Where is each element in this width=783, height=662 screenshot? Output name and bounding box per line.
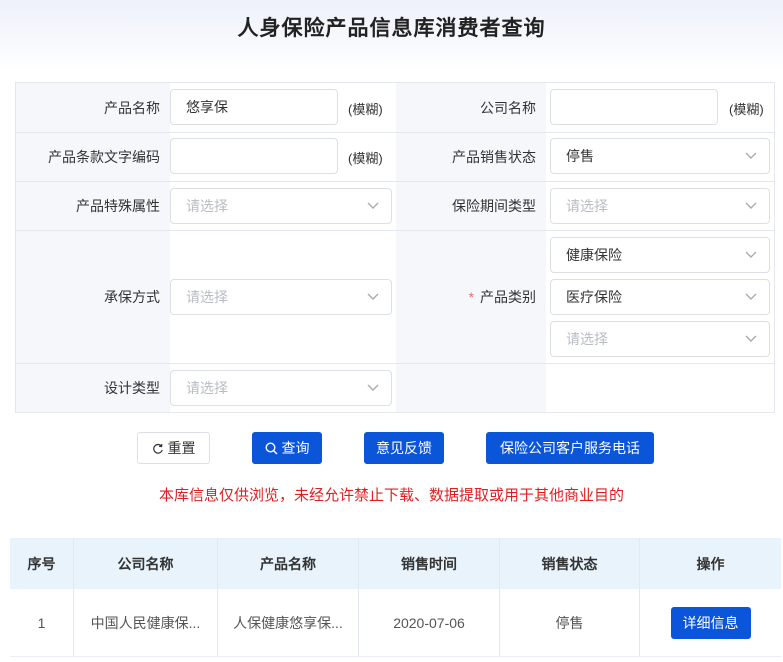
col-header-status: 销售状态 (500, 538, 640, 589)
period-type-cell: 请选择 (546, 182, 774, 231)
col-header-company: 公司名称 (74, 538, 218, 589)
special-attr-placeholder: 请选择 (186, 198, 228, 214)
hotline-button[interactable]: 保险公司客户服务电话 (486, 432, 654, 464)
chevron-down-icon (745, 202, 757, 209)
chevron-down-icon (745, 152, 757, 159)
sales-status-cell: 停售 (546, 133, 774, 182)
search-form: 产品名称 悠享保 (模糊) 公司名称 (模糊) 产品条款文字编码 (模糊) 产品… (15, 82, 775, 413)
required-mark: * (468, 289, 474, 305)
design-type-cell: 请选择 (170, 364, 396, 412)
category-level2-value: 医疗保险 (566, 289, 622, 305)
design-type-placeholder: 请选择 (186, 380, 228, 396)
company-name-fuzzy-hint: (模糊) (729, 102, 764, 117)
special-attr-cell: 请选择 (170, 182, 396, 231)
usage-notice: 本库信息仅供浏览，未经允许禁止下载、数据提取或用于其他商业目的 (158, 487, 624, 504)
empty-label-cell (396, 364, 546, 412)
cell-sale-date: 2020-07-06 (359, 589, 500, 656)
col-header-sale-date: 销售时间 (359, 538, 500, 589)
company-name-input[interactable] (550, 89, 718, 125)
product-name-fuzzy-hint: (模糊) (348, 102, 383, 117)
category-cell: 健康保险 医疗保险 请选择 (546, 231, 774, 364)
special-attr-label: 产品特殊属性 (16, 182, 170, 231)
clause-code-cell: (模糊) (170, 133, 396, 182)
special-attr-select[interactable]: 请选择 (170, 188, 392, 224)
clause-code-input[interactable] (170, 138, 338, 174)
col-header-product: 产品名称 (218, 538, 359, 589)
company-name-label: 公司名称 (396, 83, 546, 133)
chevron-down-icon (745, 293, 757, 300)
sales-status-label: 产品销售状态 (396, 133, 546, 182)
table-header: 序号 公司名称 产品名称 销售时间 销售状态 操作 (10, 538, 781, 589)
detail-button[interactable]: 详细信息 (670, 606, 751, 639)
query-button[interactable]: 查询 (252, 432, 322, 464)
design-type-select[interactable]: 请选择 (170, 370, 392, 406)
chevron-down-icon (745, 335, 757, 342)
period-type-placeholder: 请选择 (566, 198, 608, 214)
cell-company: 中国人民健康保... (74, 589, 218, 656)
underwriting-cell: 请选择 (170, 231, 396, 364)
clause-code-label: 产品条款文字编码 (16, 133, 170, 182)
chevron-down-icon (367, 293, 379, 300)
cell-index: 1 (10, 589, 74, 656)
product-name-input[interactable]: 悠享保 (170, 89, 338, 125)
feedback-button[interactable]: 意见反馈 (364, 432, 444, 464)
search-icon (264, 442, 277, 455)
underwriting-select[interactable]: 请选择 (170, 279, 392, 315)
product-name-label: 产品名称 (16, 83, 170, 133)
empty-value-cell (546, 364, 774, 412)
product-name-cell: 悠享保 (模糊) (170, 83, 396, 133)
sales-status-value: 停售 (566, 148, 594, 164)
design-type-label: 设计类型 (16, 364, 170, 412)
clause-code-fuzzy-hint: (模糊) (348, 151, 383, 166)
period-type-select[interactable]: 请选择 (550, 188, 770, 224)
col-header-action: 操作 (696, 555, 725, 572)
table-row: 1 中国人民健康保... 人保健康悠享保... 2020-07-06 停售 详细… (10, 589, 781, 657)
chevron-down-icon (367, 384, 379, 391)
category-level1-value: 健康保险 (566, 247, 622, 263)
category-level3-placeholder: 请选择 (566, 331, 608, 347)
chevron-down-icon (745, 251, 757, 258)
reset-button[interactable]: 重置 (137, 432, 210, 464)
page-title: 人身保险产品信息库消费者查询 (237, 17, 546, 40)
period-type-label: 保险期间类型 (396, 182, 546, 231)
category-level2-select[interactable]: 医疗保险 (550, 279, 770, 315)
refresh-icon (152, 443, 163, 454)
category-level3-select[interactable]: 请选择 (550, 321, 770, 357)
cell-status: 停售 (500, 589, 640, 656)
chevron-down-icon (367, 202, 379, 209)
category-level1-select[interactable]: 健康保险 (550, 237, 770, 273)
cell-product: 人保健康悠享保... (218, 589, 359, 656)
underwriting-label: 承保方式 (16, 231, 170, 364)
company-name-cell: (模糊) (546, 83, 774, 133)
underwriting-placeholder: 请选择 (186, 289, 228, 305)
col-header-index: 序号 (10, 538, 74, 589)
cell-action: 详细信息 (640, 589, 781, 656)
sales-status-select[interactable]: 停售 (550, 138, 770, 174)
category-label: * 产品类别 (396, 231, 546, 364)
